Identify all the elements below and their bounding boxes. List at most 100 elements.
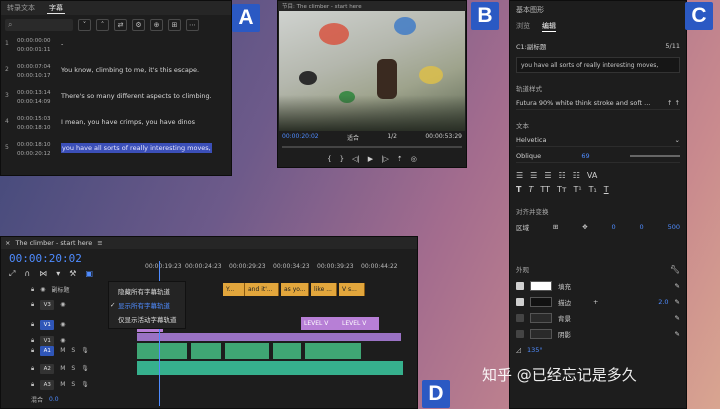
replace-icon[interactable]: ⇄ bbox=[114, 19, 127, 31]
audio-clip[interactable] bbox=[225, 343, 269, 359]
italic-icon[interactable]: T bbox=[528, 185, 533, 194]
smallcaps-icon[interactable]: Tт bbox=[557, 185, 567, 194]
resolution-dropdown[interactable]: 1/2 bbox=[387, 133, 397, 142]
tab-transcript[interactable]: 转录文本 bbox=[5, 3, 37, 13]
push-style-icon[interactable]: ↑ ↑ bbox=[667, 99, 680, 107]
snap-icon[interactable]: ∩ bbox=[24, 269, 30, 279]
play-icon[interactable]: ▶ bbox=[368, 155, 373, 163]
background-checkbox[interactable] bbox=[516, 314, 524, 322]
close-icon[interactable]: × bbox=[5, 239, 10, 247]
eyedropper-icon[interactable]: ✎ bbox=[675, 314, 680, 322]
pos-y-value[interactable]: 0 bbox=[640, 223, 644, 231]
lock-icon[interactable]: 🔒︎ bbox=[31, 381, 34, 389]
mute-icon[interactable]: M bbox=[60, 381, 65, 388]
font-size-value[interactable]: 69 bbox=[581, 152, 589, 160]
background-swatch[interactable] bbox=[530, 313, 552, 323]
audio-clip[interactable] bbox=[305, 343, 361, 359]
width-value[interactable]: 500 bbox=[668, 223, 680, 231]
caption-row[interactable]: 1 00:00:00:00 00:00:01:11 - bbox=[1, 35, 231, 61]
lock-icon[interactable]: 🔒︎ bbox=[31, 286, 34, 294]
audio-clip[interactable] bbox=[273, 343, 301, 359]
caption-row[interactable]: 2 00:00:07:04 00:00:10:17 You know, climb… bbox=[1, 61, 231, 87]
fill-swatch[interactable] bbox=[530, 281, 552, 291]
justify-all-icon[interactable]: ☷ bbox=[573, 171, 580, 180]
mark-out-icon[interactable]: } bbox=[340, 155, 344, 163]
bold-icon[interactable]: T bbox=[516, 185, 521, 194]
pos-x-value[interactable]: 0 bbox=[612, 223, 616, 231]
superscript-icon[interactable]: T¹ bbox=[574, 185, 582, 194]
tracking-icon[interactable]: VA bbox=[587, 171, 597, 180]
subscript-icon[interactable]: T₁ bbox=[589, 185, 597, 194]
shadow-angle[interactable]: 135° bbox=[527, 346, 543, 354]
menu-icon[interactable]: ≡ bbox=[97, 239, 102, 247]
stroke-checkbox[interactable] bbox=[516, 298, 524, 306]
tab-browse[interactable]: 浏览 bbox=[516, 21, 530, 31]
video-clip[interactable] bbox=[137, 333, 401, 341]
mic-icon[interactable]: 🎙︎ bbox=[81, 365, 89, 372]
audio-clip[interactable] bbox=[191, 343, 221, 359]
layer-name[interactable]: C1:副标题 bbox=[516, 41, 546, 51]
stroke-swatch[interactable] bbox=[530, 297, 552, 307]
align-left-icon[interactable]: ☰ bbox=[516, 171, 523, 180]
shadow-swatch[interactable] bbox=[530, 329, 552, 339]
fit-dropdown[interactable]: 适合 bbox=[347, 133, 359, 142]
align-right-icon[interactable]: ☰ bbox=[544, 171, 551, 180]
video-clip[interactable]: LEVEL V bbox=[301, 317, 339, 330]
step-forward-icon[interactable]: |▷ bbox=[381, 155, 389, 163]
mic-icon[interactable]: 🎙︎ bbox=[81, 347, 89, 354]
track-style-dropdown[interactable]: Futura 90% white think stroke and soft .… bbox=[516, 97, 680, 110]
timeline-timecode[interactable]: 00:00:20:02 bbox=[9, 252, 82, 265]
caption-text-field[interactable]: you have all sorts of really interesting… bbox=[516, 57, 680, 73]
stroke-width[interactable]: 2.0 bbox=[658, 298, 668, 306]
ripple-icon[interactable]: ⤢ bbox=[9, 269, 15, 279]
linked-selection-icon[interactable]: ⋈ bbox=[39, 269, 47, 279]
wrench-icon[interactable]: ⚒ bbox=[69, 269, 76, 279]
audio-clip[interactable] bbox=[137, 343, 187, 359]
align-center-icon[interactable]: ☰ bbox=[530, 171, 537, 180]
lock-icon[interactable]: 🔒︎ bbox=[31, 365, 34, 373]
caption-clip[interactable]: as yo... bbox=[281, 283, 309, 296]
program-scrubber[interactable] bbox=[282, 146, 462, 148]
mute-icon[interactable]: M bbox=[60, 347, 65, 354]
shadow-checkbox[interactable] bbox=[516, 330, 524, 338]
lock-icon[interactable]: 🔒︎ bbox=[31, 347, 34, 355]
more-icon[interactable]: ⋯ bbox=[186, 19, 199, 31]
marker-icon[interactable]: ▾ bbox=[56, 269, 60, 279]
solo-icon[interactable]: S bbox=[71, 347, 75, 354]
tab-captions[interactable]: 字幕 bbox=[47, 3, 65, 14]
split-icon[interactable]: ⊞ bbox=[168, 19, 181, 31]
caption-row[interactable]: 4 00:00:15:03 00:00:18:10 I mean, you hav… bbox=[1, 113, 231, 139]
mic-icon[interactable]: 🎙︎ bbox=[81, 381, 89, 388]
lift-icon[interactable]: ⇡ bbox=[397, 155, 403, 163]
justify-icon[interactable]: ☷ bbox=[559, 171, 566, 180]
mark-in-icon[interactable]: { bbox=[327, 155, 331, 163]
fill-checkbox[interactable] bbox=[516, 282, 524, 290]
solo-icon[interactable]: S bbox=[71, 365, 75, 372]
menu-item-show-all[interactable]: 显示所有字幕轨道 bbox=[109, 298, 185, 312]
wrench-icon[interactable]: 🔧︎ bbox=[670, 265, 680, 274]
audio-clip[interactable] bbox=[137, 361, 403, 375]
export-frame-icon[interactable]: ◎ bbox=[411, 155, 417, 163]
lock-icon[interactable]: 🔒︎ bbox=[31, 321, 34, 329]
region-grid-icon[interactable]: ⊞ bbox=[553, 223, 558, 231]
caption-row-selected[interactable]: 5 00:00:18:10 00:00:20:12 you have all so… bbox=[1, 139, 231, 165]
eye-icon[interactable]: ◉ bbox=[40, 286, 45, 293]
menu-item-hide-all[interactable]: 隐藏所有字幕轨道 bbox=[109, 284, 185, 298]
video-frame[interactable] bbox=[279, 11, 465, 131]
prev-caption-button[interactable]: ˅ bbox=[78, 19, 91, 31]
merge-icon[interactable]: ⊕ bbox=[150, 19, 163, 31]
time-ruler[interactable]: 00:00:19:23 00:00:24:23 00:00:29:23 00:0… bbox=[135, 261, 413, 275]
caption-clip[interactable]: like ... bbox=[311, 283, 337, 296]
menu-item-show-active[interactable]: 仅显示活动字幕轨道 bbox=[109, 312, 185, 326]
sequence-tab[interactable]: The climber - start here bbox=[15, 239, 92, 247]
caption-clip[interactable]: Y... bbox=[223, 283, 245, 296]
mix-value[interactable]: 0.0 bbox=[49, 396, 59, 403]
program-timecode[interactable]: 00:00:20:02 bbox=[282, 133, 319, 142]
font-style-dropdown[interactable]: Oblique bbox=[516, 152, 541, 160]
mute-icon[interactable]: M bbox=[60, 365, 65, 372]
tab-edit[interactable]: 编辑 bbox=[542, 21, 556, 32]
underline-icon[interactable]: T bbox=[604, 185, 609, 194]
eyedropper-icon[interactable]: ✎ bbox=[675, 330, 680, 338]
captions-toggle-icon[interactable]: ▣ bbox=[85, 269, 93, 279]
video-clip[interactable]: LEVEL V bbox=[339, 317, 379, 330]
